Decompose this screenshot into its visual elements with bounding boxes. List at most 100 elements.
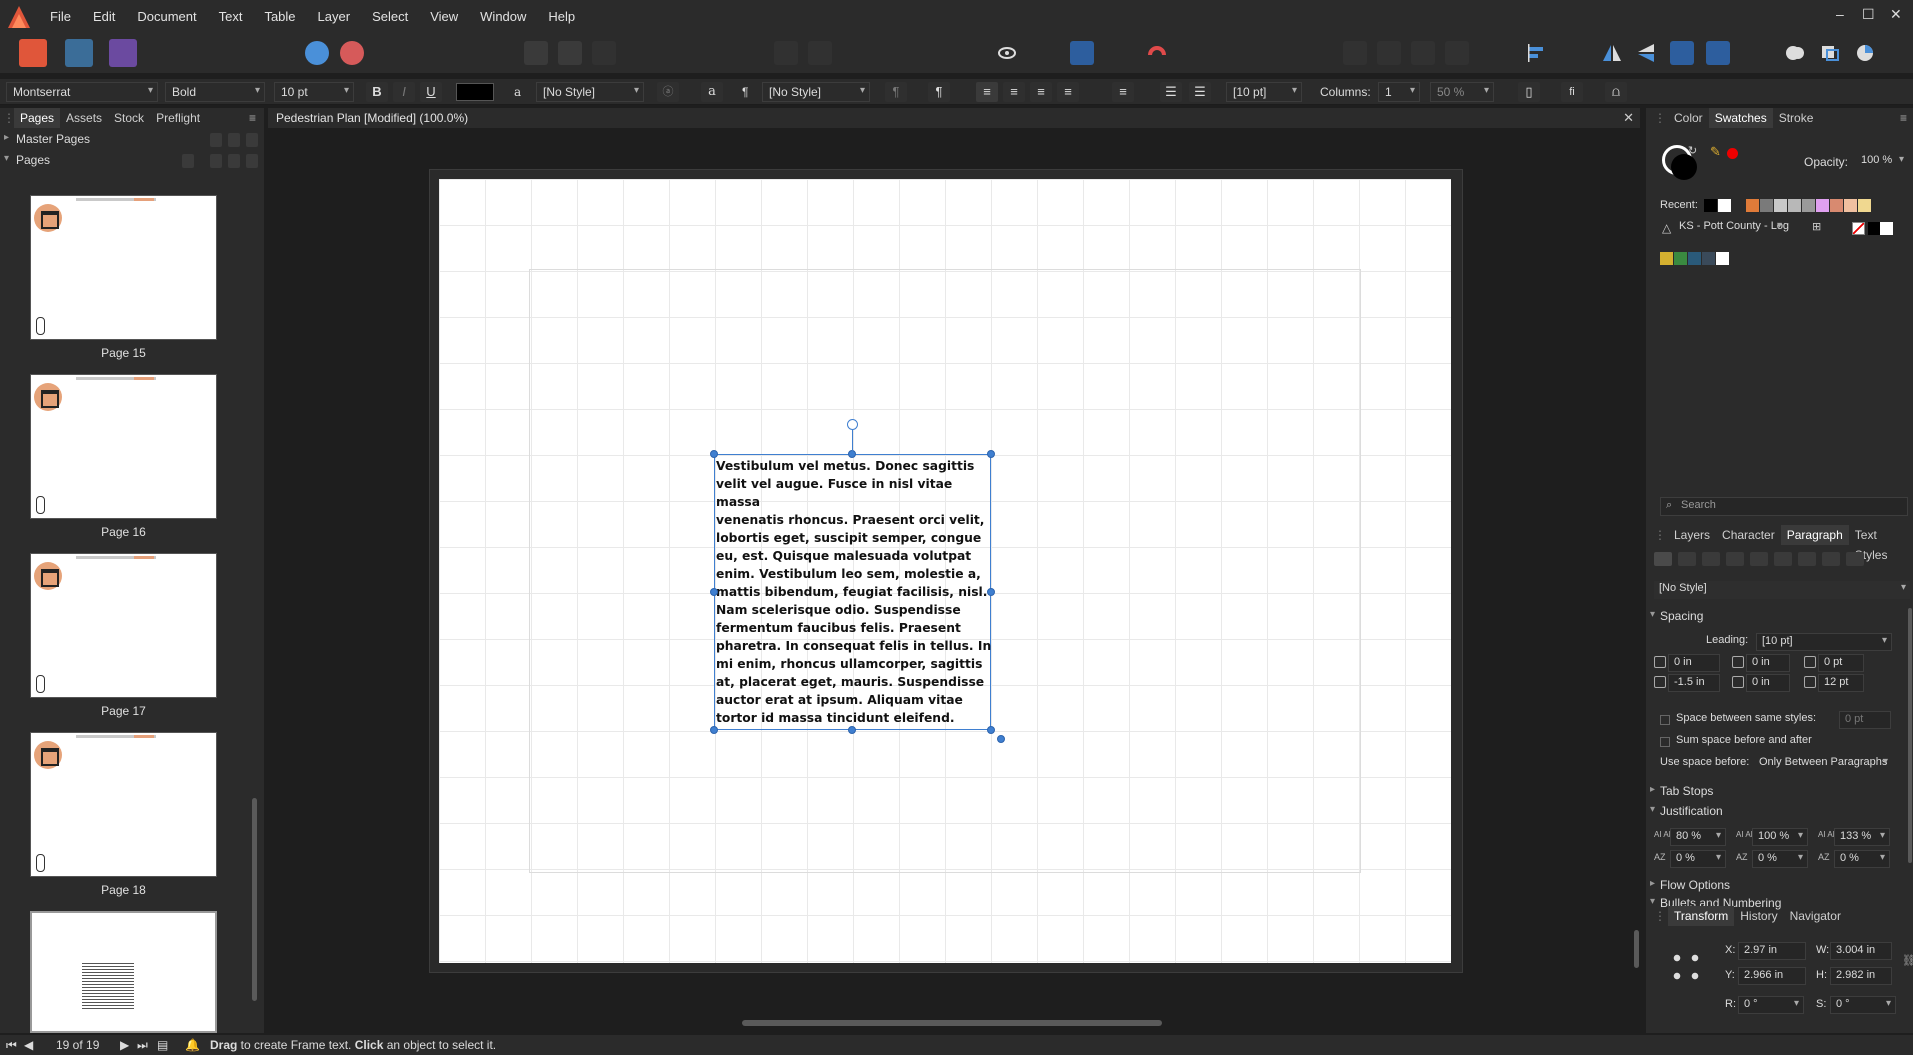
unpin-icon[interactable] (808, 41, 832, 65)
opacity-input[interactable]: 100 % (1856, 153, 1908, 171)
previous-page-icon[interactable]: ◀ (24, 1038, 33, 1052)
bold-button[interactable]: B (366, 82, 388, 102)
color-swatch[interactable] (1732, 199, 1745, 212)
use-space-before-select[interactable]: Only Between Paragraphs (1754, 755, 1892, 773)
menu-select[interactable]: Select (372, 9, 408, 24)
left-indent-input[interactable]: 0 in (1668, 654, 1720, 672)
right-indent-input[interactable]: 0 in (1746, 654, 1790, 672)
color-swatch[interactable] (1816, 199, 1829, 212)
y-input[interactable]: 2.966 in (1738, 967, 1806, 985)
rotation-handle[interactable] (847, 419, 858, 430)
tab-swatches[interactable]: Swatches (1708, 108, 1773, 128)
arrange-backward-icon[interactable] (1377, 41, 1401, 65)
page-thumbnail[interactable] (30, 732, 217, 877)
notification-bell-icon[interactable]: 🔔 (185, 1038, 200, 1052)
lock-aspect-icon[interactable]: ⛓ (1902, 954, 1913, 967)
tab-navigator[interactable]: Navigator (1784, 906, 1847, 926)
view-mode-icon[interactable] (995, 41, 1019, 65)
tab-text-styles[interactable]: Text Styles (1849, 525, 1913, 562)
color-swatch[interactable] (1760, 199, 1773, 212)
word-spacing-max-input[interactable]: 133 % (1834, 828, 1890, 846)
vertical-align-icon[interactable]: ≡ (1112, 82, 1134, 102)
delete-master-icon[interactable] (246, 133, 258, 147)
color-swatch[interactable] (1718, 199, 1731, 212)
boolean-subtract-icon[interactable] (1818, 41, 1842, 65)
resize-handle[interactable] (987, 726, 995, 734)
tab-stops-section[interactable]: Tab Stops (1650, 784, 1713, 798)
menu-view[interactable]: View (430, 9, 458, 24)
first-page-icon[interactable]: ⏮ (6, 1038, 17, 1053)
spread-view-icon[interactable] (182, 154, 194, 168)
color-swatch[interactable] (1788, 199, 1801, 212)
tab-preflight[interactable]: Preflight (150, 108, 206, 128)
justify-icon[interactable]: ≡ (1057, 82, 1079, 102)
swap-colors-icon[interactable]: ↻ (1688, 144, 1697, 157)
justify-right-icon[interactable] (1774, 552, 1792, 566)
ligatures-icon[interactable]: ﬁ (1561, 82, 1583, 102)
next-page-icon[interactable]: ▶ (120, 1038, 129, 1052)
tab-stroke[interactable]: Stroke (1773, 108, 1820, 128)
fill-color-well[interactable] (1671, 154, 1697, 180)
space-same-styles-checkbox[interactable] (1660, 715, 1670, 725)
tab-history[interactable]: History (1734, 906, 1783, 926)
add-page-icon[interactable] (210, 154, 222, 168)
paragraph-style-options-icon[interactable]: ¶ (885, 82, 907, 102)
color-swatch[interactable] (1858, 199, 1871, 212)
align-left-icon[interactable]: ≡ (976, 82, 998, 102)
delete-page-icon[interactable] (246, 154, 258, 168)
frame-options-icon[interactable]: ▯ (1518, 82, 1540, 102)
picked-color-swatch[interactable] (1727, 148, 1738, 159)
color-swatch[interactable] (1830, 199, 1843, 212)
menu-window[interactable]: Window (480, 9, 526, 24)
align-right-icon[interactable] (1702, 552, 1720, 566)
underline-button[interactable]: U (420, 82, 442, 102)
pages-section[interactable]: Pages (16, 153, 50, 167)
paragraph-style-select[interactable]: [No Style] (762, 82, 870, 102)
arrange-back-icon[interactable] (1343, 41, 1367, 65)
word-spacing-min-input[interactable]: 80 % (1670, 828, 1726, 846)
vertical-scrollbar[interactable] (1634, 130, 1640, 1023)
tab-assets[interactable]: Assets (60, 108, 108, 128)
show-preview-icon[interactable] (524, 41, 548, 65)
white-swatch[interactable] (1880, 222, 1893, 235)
add-master-icon[interactable] (210, 133, 222, 147)
tab-stock[interactable]: Stock (108, 108, 150, 128)
color-swatch[interactable] (1704, 199, 1717, 212)
justify-all-icon[interactable] (1798, 552, 1816, 566)
color-swatch[interactable] (1674, 252, 1687, 265)
leading-select[interactable]: [10 pt] (1226, 82, 1302, 102)
color-swatch[interactable] (1716, 252, 1729, 265)
close-document-icon[interactable]: ✕ (1623, 110, 1634, 126)
italic-button[interactable]: I (393, 82, 415, 102)
duplicate-page-icon[interactable] (228, 154, 240, 168)
color-swatch[interactable] (1844, 199, 1857, 212)
menu-layer[interactable]: Layer (318, 9, 351, 24)
last-line-indent-input[interactable]: 0 in (1746, 674, 1790, 692)
resize-handle[interactable] (848, 726, 856, 734)
anchor-point-selector[interactable] (1668, 949, 1704, 985)
minimize-button[interactable]: – (1836, 6, 1844, 22)
color-swatch[interactable] (1702, 252, 1715, 265)
flip-horizontal-icon[interactable] (1600, 41, 1624, 65)
pages-scrollbar[interactable] (252, 798, 257, 1001)
tab-color[interactable]: Color (1668, 108, 1709, 128)
color-swatch[interactable] (1688, 252, 1701, 265)
page-thumbnail[interactable] (30, 553, 217, 698)
justify-center-icon[interactable] (1750, 552, 1768, 566)
color-swatch[interactable] (1746, 199, 1759, 212)
none-swatch[interactable] (1852, 222, 1865, 235)
master-pages-expander-icon[interactable]: ▸ (4, 132, 9, 143)
duplicate-master-icon[interactable] (228, 133, 240, 147)
new-paragraph-style-button[interactable]: ¶ (928, 82, 950, 102)
leading-input[interactable]: [10 pt] (1756, 633, 1892, 651)
tab-transform[interactable]: Transform (1668, 906, 1735, 926)
resize-handle[interactable] (710, 588, 718, 596)
publisher-persona-icon[interactable] (19, 39, 47, 67)
last-page-icon[interactable]: ⏭ (137, 1038, 148, 1053)
font-family-select[interactable]: Montserrat (6, 82, 158, 102)
rotation-input[interactable]: 0 ° (1738, 996, 1804, 1014)
master-pages-section[interactable]: Master Pages (16, 132, 90, 146)
boolean-intersect-icon[interactable] (1853, 41, 1877, 65)
resize-handle[interactable] (710, 450, 718, 458)
close-window-button[interactable]: ✕ (1890, 6, 1902, 23)
